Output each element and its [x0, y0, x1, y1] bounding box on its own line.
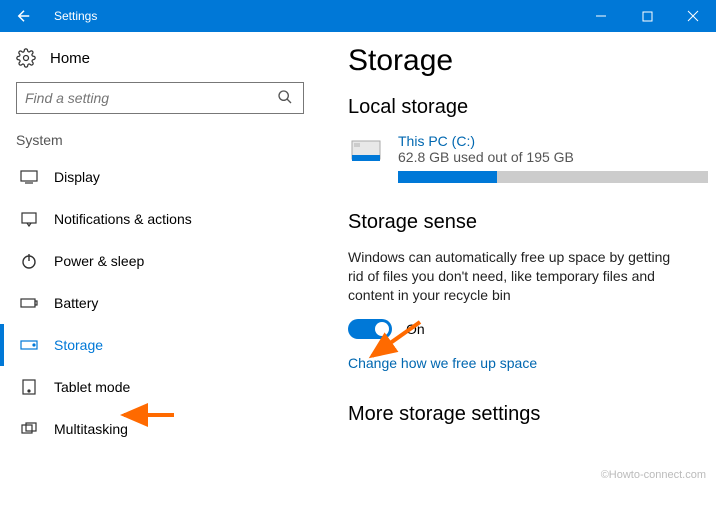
sidebar-item-power[interactable]: Power & sleep	[8, 240, 312, 282]
maximize-icon	[642, 11, 653, 22]
back-button[interactable]	[0, 0, 48, 32]
disk-name[interactable]: This PC (C:)	[398, 133, 708, 149]
power-icon	[20, 252, 38, 270]
nav-label: Tablet mode	[54, 379, 130, 395]
toggle-knob	[375, 322, 389, 336]
change-free-up-space-link[interactable]: Change how we free up space	[348, 355, 537, 371]
sidebar-item-notifications[interactable]: Notifications & actions	[8, 198, 312, 240]
storage-icon	[20, 336, 38, 354]
more-storage-heading: More storage settings	[348, 403, 698, 426]
sidebar-item-display[interactable]: Display	[8, 156, 312, 198]
sidebar-item-multitasking[interactable]: Multitasking	[8, 408, 312, 450]
window-controls	[578, 0, 716, 32]
toggle-state-label: On	[406, 321, 425, 337]
nav-label: Battery	[54, 295, 98, 311]
multitasking-icon	[20, 420, 38, 438]
storage-sense-description: Windows can automatically free up space …	[348, 248, 688, 305]
nav-label: Multitasking	[54, 421, 128, 437]
titlebar: Settings	[0, 0, 716, 32]
content-pane: Storage Local storage This PC (C:) 62.8 …	[320, 32, 716, 511]
storage-sense-toggle[interactable]	[348, 319, 392, 339]
disk-usage-fill	[398, 171, 497, 183]
page-title: Storage	[348, 44, 698, 78]
home-button[interactable]: Home	[8, 42, 312, 82]
nav-label: Power & sleep	[54, 253, 144, 269]
notifications-icon	[20, 210, 38, 228]
arrow-left-icon	[15, 7, 33, 25]
window-title: Settings	[48, 9, 578, 23]
disk-usage-bar	[398, 171, 708, 183]
watermark: ©Howto-connect.com	[601, 469, 706, 481]
disk-row[interactable]: This PC (C:) 62.8 GB used out of 195 GB	[348, 133, 698, 183]
sidebar-item-tablet[interactable]: Tablet mode	[8, 366, 312, 408]
home-label: Home	[50, 50, 90, 67]
nav-label: Notifications & actions	[54, 211, 192, 227]
nav-label: Storage	[54, 337, 103, 353]
sidebar-item-storage[interactable]: Storage	[8, 324, 312, 366]
close-button[interactable]	[670, 0, 716, 32]
search-box[interactable]	[16, 82, 304, 114]
local-storage-heading: Local storage	[348, 96, 698, 119]
close-icon	[687, 10, 699, 22]
display-icon	[20, 168, 38, 186]
disk-usage-text: 62.8 GB used out of 195 GB	[398, 149, 708, 165]
search-input[interactable]	[25, 90, 277, 106]
gear-icon	[16, 48, 36, 68]
tablet-icon	[20, 378, 38, 396]
storage-sense-heading: Storage sense	[348, 211, 698, 234]
minimize-icon	[595, 10, 607, 22]
disk-icon	[348, 133, 384, 169]
nav-label: Display	[54, 169, 100, 185]
sidebar-category: System	[8, 132, 312, 156]
battery-icon	[20, 294, 38, 312]
maximize-button[interactable]	[624, 0, 670, 32]
sidebar-item-battery[interactable]: Battery	[8, 282, 312, 324]
sidebar: Home System Display Notifications & acti…	[0, 32, 320, 511]
minimize-button[interactable]	[578, 0, 624, 32]
search-icon	[277, 89, 295, 107]
